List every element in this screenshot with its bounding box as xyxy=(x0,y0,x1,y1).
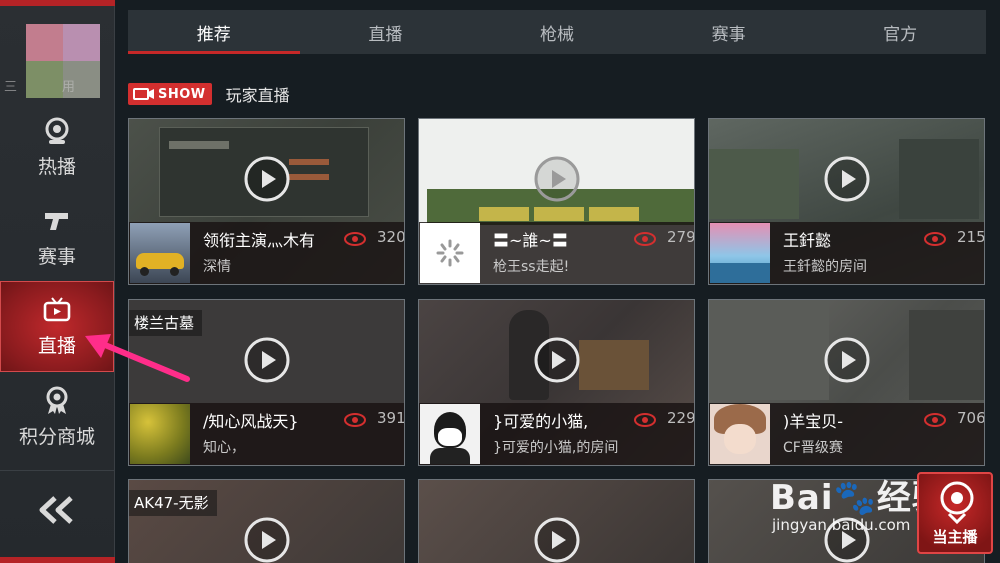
stream-info: }可爱的小猫, }可爱的小猫,的房间 229 xyxy=(419,403,694,465)
category-tabs: 推荐 直播 枪械 赛事 官方 xyxy=(128,10,986,54)
view-count: 391 xyxy=(377,409,405,427)
stream-card[interactable]: }可爱的小猫, }可爱的小猫,的房间 229 xyxy=(418,299,695,466)
video-camera-icon xyxy=(133,88,154,100)
stream-title: }可爱的小猫, xyxy=(493,412,589,431)
stream-card[interactable]: 楼兰古墓 /知心风战天} 知心， 391 xyxy=(128,299,405,466)
streamer-avatar xyxy=(130,404,190,464)
show-badge: SHOW xyxy=(128,83,212,105)
double-chevron-left-icon xyxy=(39,495,73,524)
streamer-avatar xyxy=(420,404,480,464)
tab-guns[interactable]: 枪械 xyxy=(471,10,643,54)
play-icon[interactable] xyxy=(244,156,290,202)
room-tag: 楼兰古墓 xyxy=(129,310,203,336)
stream-card[interactable]: )羊宝贝- CF晋级赛 706 xyxy=(708,299,985,466)
user-name: 三 用 xyxy=(4,80,77,94)
stream-card[interactable]: 〓~誰~〓 枪王ss走起! 279 xyxy=(418,118,695,285)
app-root: 三 用 热播 赛事 直播 积分商城 推荐 直播 枪械 赛事 官方 SHOW 玩家… xyxy=(0,0,1000,563)
loading-spinner-icon xyxy=(436,239,464,267)
view-count: 320 xyxy=(377,228,405,246)
eye-icon xyxy=(924,232,946,246)
stream-subtitle: CF晋级赛 xyxy=(783,440,843,456)
play-icon[interactable] xyxy=(244,517,290,563)
broadcast-icon xyxy=(940,481,974,525)
play-icon[interactable] xyxy=(824,156,870,202)
become-host-button[interactable]: 当主播 xyxy=(917,472,993,554)
stream-subtitle: 枪王ss走起! xyxy=(493,259,570,275)
streamer-avatar xyxy=(420,223,480,283)
section-title: 玩家直播 xyxy=(225,86,290,105)
tv-icon xyxy=(43,297,71,322)
sidebar-item-label: 积分商城 xyxy=(18,425,95,448)
stream-info: /知心风战天} 知心， 391 xyxy=(129,403,404,465)
sidebar-item-hot[interactable]: 热播 xyxy=(0,102,114,192)
stream-title: 〓~誰~〓 xyxy=(493,231,568,250)
stream-info: 王釺懿 王釺懿的房间 215 xyxy=(709,222,984,284)
room-tag: AK47-无影 xyxy=(129,490,217,516)
sidebar-collapse-button[interactable] xyxy=(0,470,114,548)
stream-subtitle: }可爱的小猫,的房间 xyxy=(493,440,619,456)
tab-events[interactable]: 赛事 xyxy=(643,10,815,54)
view-count: 215 xyxy=(957,228,985,246)
eye-icon xyxy=(344,413,366,427)
view-count: 229 xyxy=(667,409,695,427)
play-icon[interactable] xyxy=(244,337,290,383)
sidebar-top-accent xyxy=(0,0,115,6)
sidebar: 三 用 热播 赛事 直播 积分商城 xyxy=(0,0,115,563)
eye-icon xyxy=(344,232,366,246)
play-icon[interactable] xyxy=(534,156,580,202)
sidebar-item-points-mall[interactable]: 积分商城 xyxy=(0,372,114,462)
stream-info: 〓~誰~〓 枪王ss走起! 279 xyxy=(419,222,694,284)
pistol-icon xyxy=(45,212,68,230)
stream-title: )羊宝贝- xyxy=(783,412,844,431)
streamer-avatar xyxy=(710,223,770,283)
section-header: SHOW 玩家直播 xyxy=(128,82,290,106)
tab-live[interactable]: 直播 xyxy=(300,10,472,54)
eye-icon xyxy=(634,232,656,246)
stream-info: )羊宝贝- CF晋级赛 706 xyxy=(709,403,984,465)
sidebar-item-live[interactable]: 直播 xyxy=(0,281,114,372)
watermark-url: jingyan.baidu.com xyxy=(772,516,911,534)
stream-card[interactable]: AK47-无影 xyxy=(128,479,405,563)
view-count: 279 xyxy=(667,228,695,246)
tab-official[interactable]: 官方 xyxy=(814,10,986,54)
stream-subtitle: 知心， xyxy=(203,440,245,456)
stream-card[interactable]: 王釺懿 王釺懿的房间 215 xyxy=(708,118,985,285)
sidebar-bottom-accent xyxy=(0,557,115,563)
play-icon[interactable] xyxy=(534,337,580,383)
tab-recommended[interactable]: 推荐 xyxy=(128,10,300,54)
become-host-label: 当主播 xyxy=(932,528,978,546)
stream-subtitle: 王釺懿的房间 xyxy=(783,259,867,275)
webcam-icon xyxy=(45,117,69,144)
stream-card[interactable] xyxy=(418,479,695,563)
view-count: 706 xyxy=(957,409,985,427)
stream-info: 领衔主演灬木有 深情 320 xyxy=(129,222,404,284)
play-icon[interactable] xyxy=(534,517,580,563)
stream-title: 领衔主演灬木有 xyxy=(203,231,316,250)
stream-title: 王釺懿 xyxy=(783,231,832,250)
stream-title: /知心风战天} xyxy=(203,412,299,431)
sidebar-item-label: 直播 xyxy=(37,335,76,357)
show-badge-label: SHOW xyxy=(158,86,206,102)
medal-icon xyxy=(46,386,68,414)
sidebar-item-events[interactable]: 赛事 xyxy=(0,192,114,282)
streamer-avatar xyxy=(710,404,770,464)
stream-subtitle: 深情 xyxy=(203,259,231,275)
eye-icon xyxy=(924,413,946,427)
play-icon[interactable] xyxy=(824,337,870,383)
streamer-avatar xyxy=(130,223,190,283)
sidebar-item-label: 热播 xyxy=(37,155,76,178)
eye-icon xyxy=(634,413,656,427)
stream-card[interactable]: 领衔主演灬木有 深情 320 xyxy=(128,118,405,285)
sidebar-item-label: 赛事 xyxy=(37,245,76,268)
